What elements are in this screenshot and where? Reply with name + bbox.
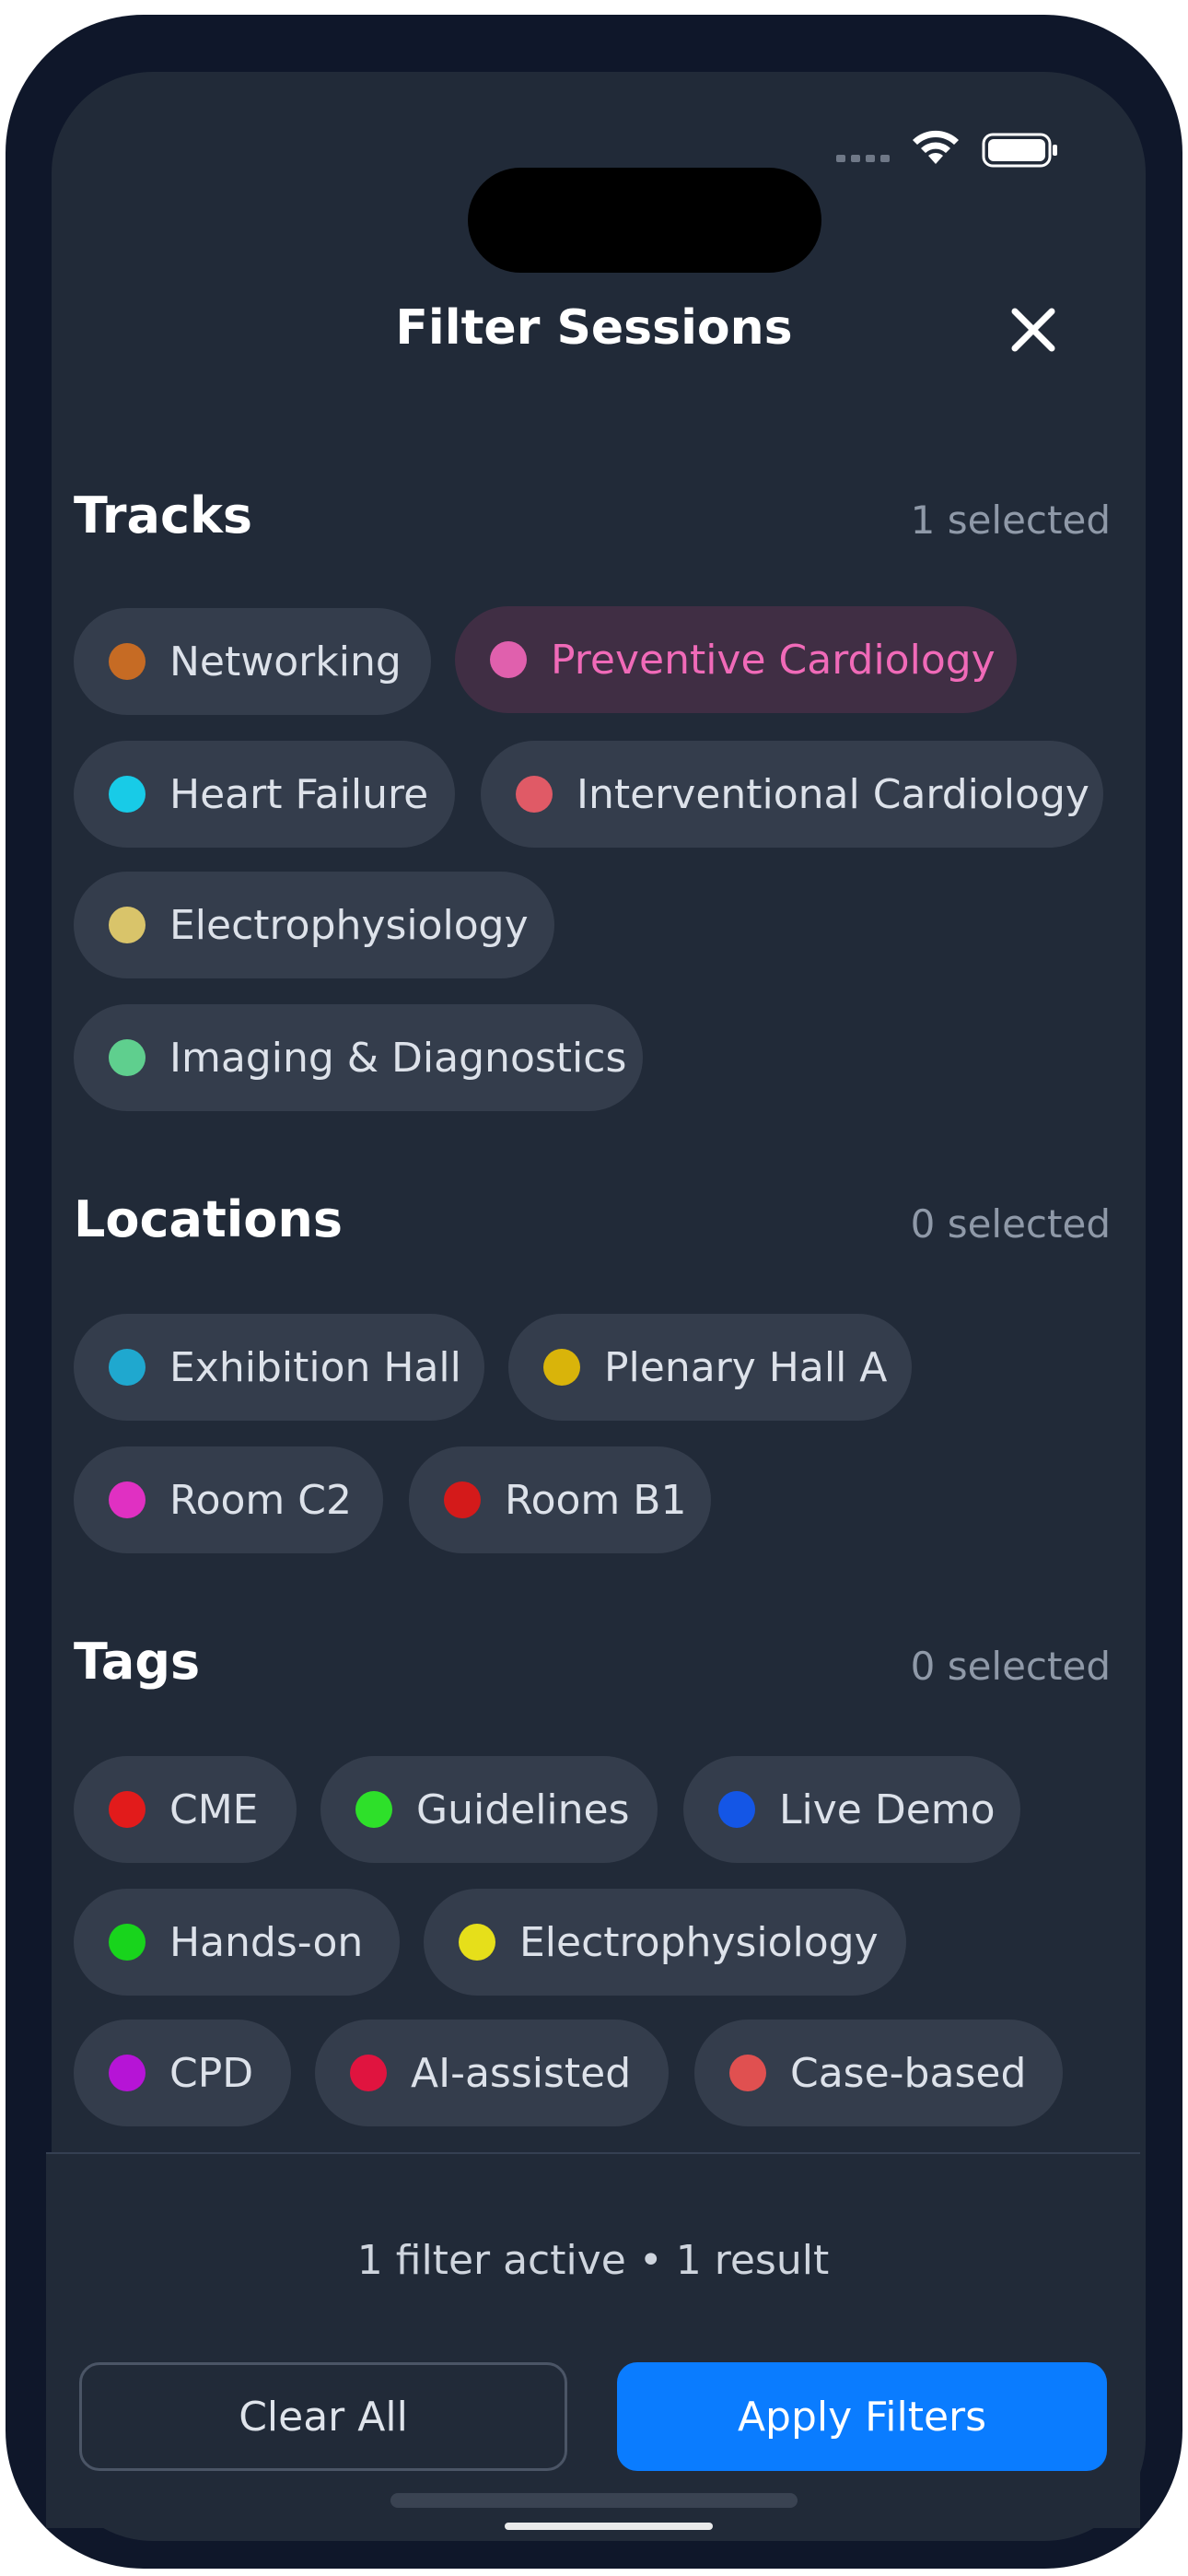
close-icon[interactable] — [1006, 302, 1061, 357]
chip-label: Preventive Cardiology — [551, 636, 996, 684]
chip-tag-guidelines[interactable]: Guidelines — [320, 1756, 658, 1863]
chip-label: Interventional Cardiology — [577, 770, 1089, 818]
chip-track-preventive-cardiology[interactable]: Preventive Cardiology — [455, 606, 1017, 713]
chip-label: Live Demo — [779, 1786, 996, 1833]
chip-label: Networking — [169, 638, 402, 685]
chip-label: Exhibition Hall — [169, 1343, 461, 1391]
chip-tag-electrophysiology[interactable]: Electrophysiology — [424, 1889, 906, 1996]
chip-label: AI-assisted — [411, 2049, 632, 2097]
color-dot — [350, 2055, 387, 2091]
chip-tag-live-demo[interactable]: Live Demo — [683, 1756, 1020, 1863]
color-dot — [718, 1791, 755, 1828]
color-dot — [459, 1924, 495, 1961]
chip-tag-hands-on[interactable]: Hands-on — [74, 1889, 400, 1996]
color-dot — [109, 1349, 146, 1386]
color-dot — [490, 641, 527, 678]
chip-location-plenary-hall-a[interactable]: Plenary Hall A — [508, 1314, 912, 1421]
color-dot — [109, 1924, 146, 1961]
tracks-section-title: Tracks — [74, 486, 253, 544]
chip-location-room-b1[interactable]: Room B1 — [409, 1446, 711, 1553]
battery-icon — [982, 133, 1057, 168]
color-dot — [729, 2055, 766, 2091]
chip-track-networking[interactable]: Networking — [74, 608, 431, 715]
chip-track-heart-failure[interactable]: Heart Failure — [74, 741, 455, 848]
chip-label: Guidelines — [416, 1786, 630, 1833]
chip-tag-cme[interactable]: CME — [74, 1756, 297, 1863]
color-dot — [109, 643, 146, 680]
chip-location-exhibition-hall[interactable]: Exhibition Hall — [74, 1314, 484, 1421]
apply-filters-button[interactable]: Apply Filters — [617, 2362, 1107, 2471]
color-dot — [543, 1349, 580, 1386]
chip-label: CME — [169, 1786, 259, 1833]
filter-status-text: 1 filter active • 1 result — [356, 2237, 830, 2284]
chip-label: Plenary Hall A — [604, 1343, 888, 1391]
signal-icon — [836, 155, 890, 162]
locations-selected-count: 0 selected — [910, 1201, 1111, 1247]
color-dot — [109, 2055, 146, 2091]
chip-label: Room B1 — [505, 1476, 687, 1524]
locations-section-title: Locations — [74, 1190, 343, 1248]
clear-all-button[interactable]: Clear All — [79, 2362, 567, 2471]
chip-tag-case-based[interactable]: Case-based — [694, 2020, 1063, 2126]
home-indicator — [390, 2493, 798, 2508]
chip-location-room-c2[interactable]: Room C2 — [74, 1446, 383, 1553]
color-dot — [109, 1039, 146, 1076]
chip-tag-cpd[interactable]: CPD — [74, 2020, 291, 2126]
chip-tag-ai-assisted[interactable]: AI-assisted — [315, 2020, 669, 2126]
color-dot — [516, 776, 553, 813]
chip-track-interventional-cardiology[interactable]: Interventional Cardiology — [481, 741, 1103, 848]
tags-section-title: Tags — [74, 1633, 201, 1691]
tags-selected-count: 0 selected — [910, 1644, 1111, 1689]
color-dot — [109, 776, 146, 813]
tracks-selected-count: 1 selected — [910, 498, 1111, 543]
chip-label: Electrophysiology — [519, 1918, 879, 1966]
chip-label: Electrophysiology — [169, 901, 529, 949]
chip-label: Heart Failure — [169, 770, 429, 818]
dynamic-island — [468, 168, 821, 273]
chip-label: Room C2 — [169, 1476, 352, 1524]
chip-label: Hands-on — [169, 1918, 364, 1966]
chip-label: Imaging & Diagnostics — [169, 1034, 627, 1082]
filter-footer: 1 filter active • 1 result Clear All App… — [46, 2152, 1140, 2528]
chip-track-imaging-diagnostics[interactable]: Imaging & Diagnostics — [74, 1004, 643, 1111]
chip-label: Case-based — [790, 2049, 1027, 2097]
chip-label: CPD — [169, 2049, 254, 2097]
device-indicator — [505, 2523, 713, 2530]
color-dot — [109, 907, 146, 943]
wifi-icon — [913, 130, 959, 164]
chip-track-electrophysiology[interactable]: Electrophysiology — [74, 872, 554, 978]
color-dot — [109, 1481, 146, 1518]
color-dot — [109, 1791, 146, 1828]
color-dot — [355, 1791, 392, 1828]
color-dot — [444, 1481, 481, 1518]
